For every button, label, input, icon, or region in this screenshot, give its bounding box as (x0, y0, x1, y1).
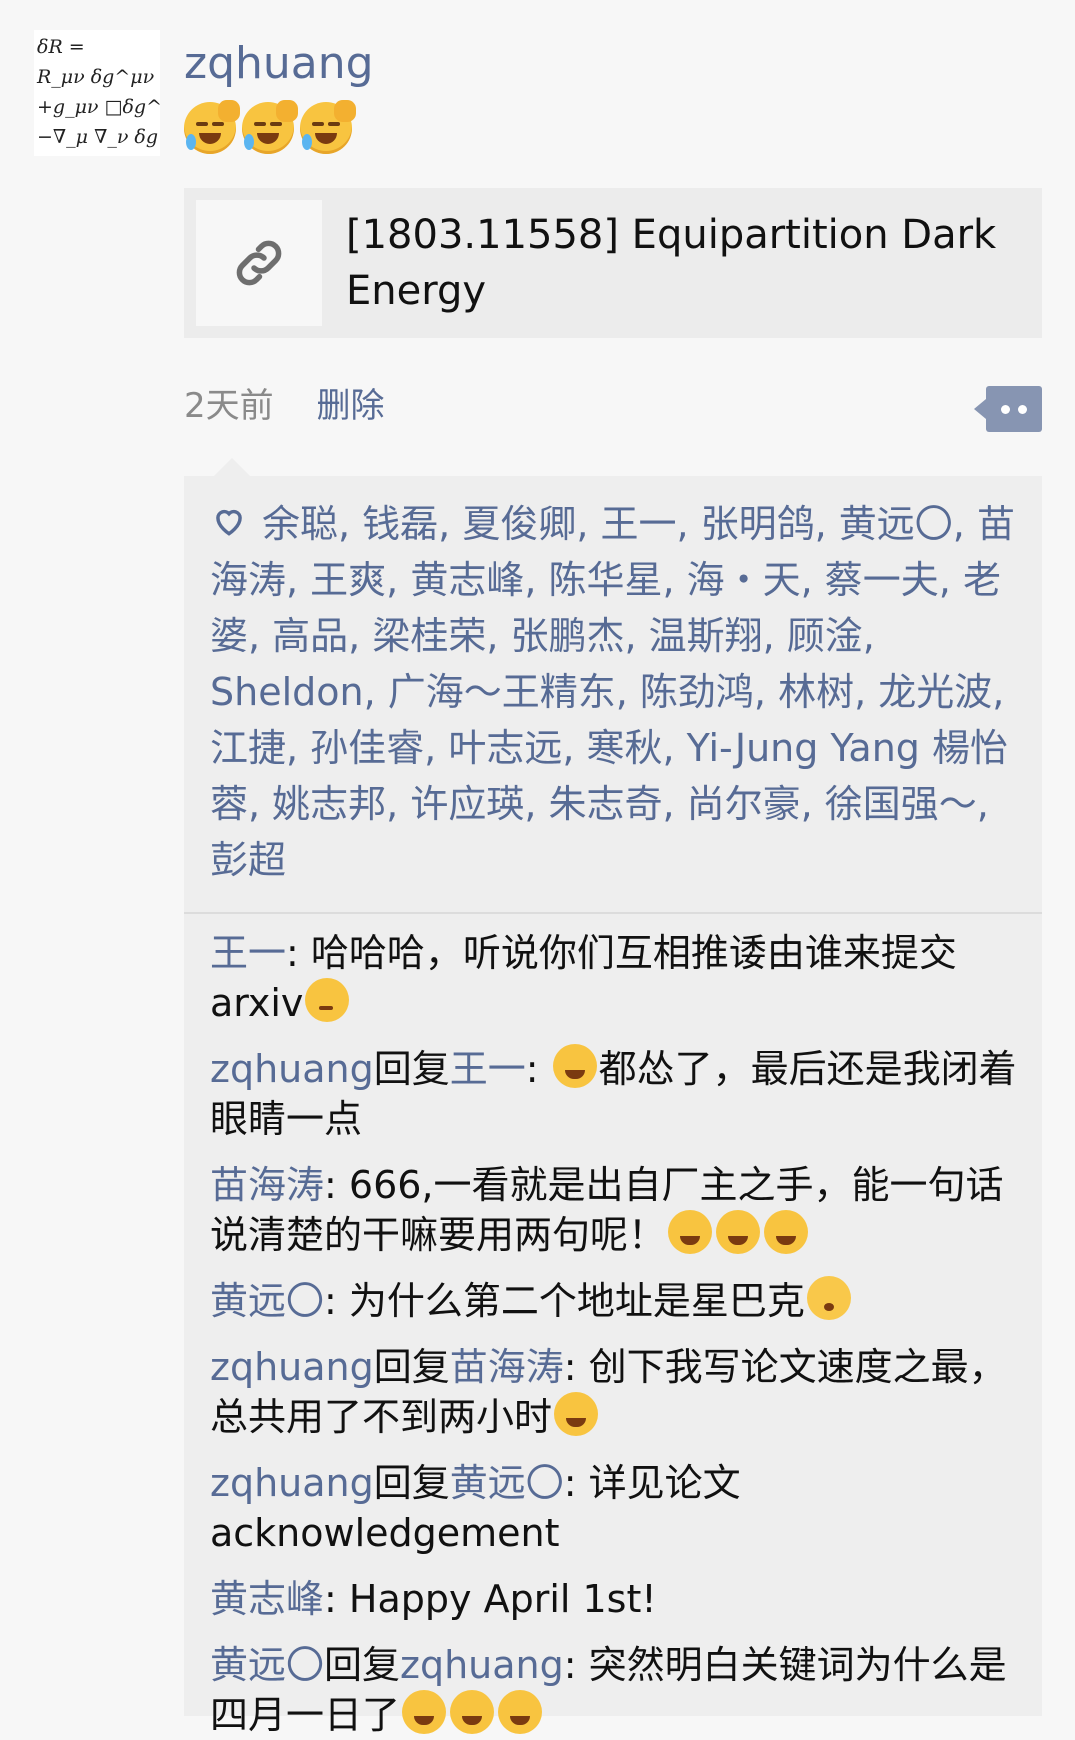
comment-item[interactable]: zqhuang回复王一: 都怂了，最后还是我闭着眼睛一点 (210, 1044, 1018, 1144)
avatar-formula-line: −∇_μ ∇_ν δg^μν (37, 126, 160, 148)
comment-reply-target[interactable]: 王一 (450, 1047, 526, 1091)
post-time: 2天前 (184, 386, 274, 426)
comment-separator: : (324, 1577, 349, 1621)
comment-text: 为什么第二个地址是星巴克 (348, 1279, 805, 1323)
link-card[interactable]: [1803.11558] Equipartition Dark Energy (184, 188, 1042, 338)
comment-separator: : (563, 1461, 589, 1505)
tears-of-joy-emoji-icon (498, 1690, 543, 1734)
delete-button[interactable]: 删除 (316, 386, 384, 426)
panel-arrow (214, 458, 250, 476)
comment-author[interactable]: 黄远〇 (210, 1643, 324, 1687)
face-palm-laughing-icon (242, 100, 298, 154)
comments-list: 王一: 哈哈哈，听说你们互相推诿由谁来提交arxiv zqhuang回复王一: 都… (184, 914, 1042, 1740)
comment-separator: : (324, 1163, 349, 1207)
link-thumbnail (196, 200, 322, 326)
comment-item[interactable]: 黄远〇回复zqhuang: 突然明白关键词为什么是四月一日了 (210, 1640, 1018, 1740)
comment-separator: : (324, 1279, 349, 1323)
tears-of-joy-emoji-icon (450, 1690, 495, 1734)
comment-author[interactable]: 苗海涛 (210, 1163, 324, 1207)
link-title: [1803.11558] Equipartition Dark Energy (346, 212, 997, 314)
post-emoji-row (184, 100, 356, 154)
comment-reply-target[interactable]: zqhuang (400, 1643, 564, 1687)
reply-word: 回复 (373, 1345, 450, 1389)
reply-word: 回复 (324, 1643, 401, 1687)
comment-text: Happy April 1st! (348, 1577, 657, 1621)
likes-list: 余聪, 钱磊, 夏俊卿, 王一, 张明鸽, 黄远〇, 苗海涛, 王爽, 黄志峰,… (184, 476, 1042, 912)
comment-author[interactable]: 黄远〇 (210, 1279, 324, 1323)
comment-author[interactable]: zqhuang (210, 1047, 374, 1091)
avatar-formula-line: δR = (37, 36, 85, 58)
comment-item[interactable]: zqhuang回复苗海涛: 创下我写论文速度之最，总共用了不到两小时 (210, 1342, 1018, 1442)
tears-of-joy-emoji-icon (716, 1210, 761, 1254)
thinking-emoji-icon (305, 978, 350, 1022)
tears-of-joy-emoji-icon (554, 1392, 599, 1436)
comment-item[interactable]: 王一: 哈哈哈，听说你们互相推诿由谁来提交arxiv (210, 928, 1018, 1028)
comment-reply-target[interactable]: 黄远〇 (450, 1461, 564, 1505)
tears-of-joy-emoji-icon (668, 1210, 713, 1254)
interaction-panel: 余聪, 钱磊, 夏俊卿, 王一, 张明鸽, 黄远〇, 苗海涛, 王爽, 黄志峰,… (184, 476, 1042, 1737)
comment-author[interactable]: zqhuang (210, 1461, 374, 1505)
comment-separator: : (525, 1047, 551, 1091)
comment-author[interactable]: 黄志峰 (210, 1577, 324, 1621)
flushed-emoji-icon (806, 1276, 851, 1320)
likes-names[interactable]: 余聪, 钱磊, 夏俊卿, 王一, 张明鸽, 黄远〇, 苗海涛, 王爽, 黄志峰,… (210, 502, 1015, 882)
comment-item[interactable]: 苗海涛: 666,一看就是出自厂主之手，能一句话说清楚的干嘛要用两句呢！ (210, 1160, 1018, 1260)
tears-of-joy-emoji-icon (764, 1210, 809, 1254)
comment-item[interactable]: 黄远〇: 为什么第二个地址是星巴克 (210, 1276, 1018, 1326)
face-palm-laughing-icon (300, 100, 356, 154)
comment-author[interactable]: 王一 (210, 931, 286, 975)
heart-outline-icon (216, 509, 242, 536)
reply-word: 回复 (373, 1461, 450, 1505)
avatar[interactable]: δR = R_μν δg^μν +g_μν □δg^μν −∇_μ ∇_ν δg… (34, 30, 160, 156)
link-icon (236, 240, 282, 286)
post-username[interactable]: zqhuang (184, 36, 374, 92)
tears-of-joy-emoji-icon (552, 1044, 597, 1088)
post-meta: 2天前 删除 (184, 383, 384, 429)
reply-word: 回复 (373, 1047, 450, 1091)
face-palm-laughing-icon (184, 100, 240, 154)
comment-item[interactable]: zqhuang回复黄远〇: 详见论文acknowledgement (210, 1458, 1018, 1558)
comment-item[interactable]: 黄志峰: Happy April 1st! (210, 1574, 1018, 1624)
tears-of-joy-emoji-icon (402, 1690, 447, 1734)
comment-separator: : (563, 1345, 589, 1389)
more-dots-icon[interactable] (974, 386, 1042, 432)
comment-separator: : (563, 1643, 589, 1687)
comment-author[interactable]: zqhuang (210, 1345, 374, 1389)
comment-separator: : (286, 931, 311, 975)
comment-reply-target[interactable]: 苗海涛 (450, 1345, 564, 1389)
avatar-formula-line: +g_μν □δg^μν (37, 96, 160, 118)
avatar-formula-line: R_μν δg^μν (37, 66, 155, 88)
